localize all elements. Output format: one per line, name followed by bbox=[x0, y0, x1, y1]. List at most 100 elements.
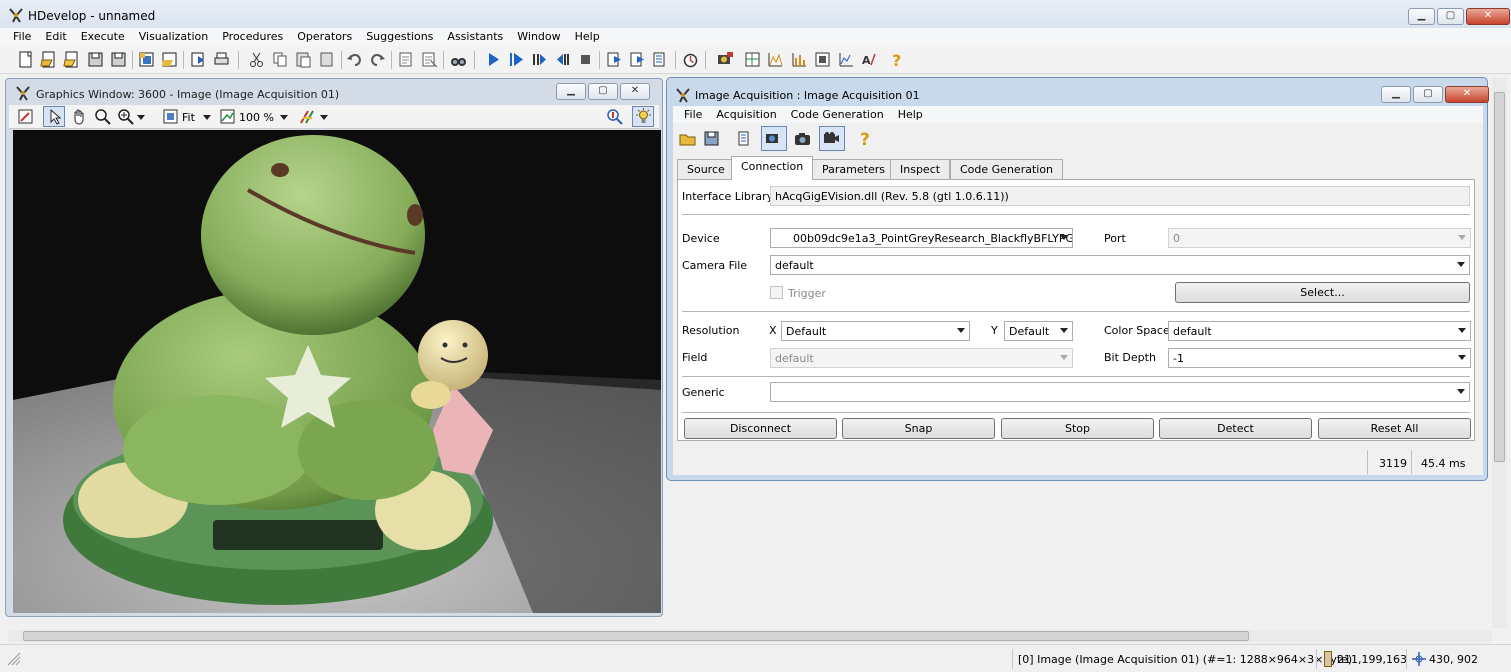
ia-detect-interfaces-icon[interactable] bbox=[735, 130, 752, 147]
ocr-icon[interactable] bbox=[838, 51, 855, 68]
save-all-icon[interactable] bbox=[110, 51, 127, 68]
maximize-button[interactable]: ▢ bbox=[1437, 8, 1464, 25]
image-info-icon[interactable] bbox=[606, 108, 623, 125]
comment-icon[interactable] bbox=[398, 51, 415, 68]
tab-parameters[interactable]: Parameters bbox=[812, 159, 895, 179]
run-icon[interactable] bbox=[485, 51, 502, 68]
palette-dropdown-chevron-icon[interactable] bbox=[320, 115, 328, 120]
menu-help[interactable]: Help bbox=[568, 28, 607, 46]
stop-icon[interactable] bbox=[577, 51, 594, 68]
insert-procedure-icon[interactable] bbox=[161, 51, 178, 68]
step-over-icon[interactable] bbox=[531, 51, 548, 68]
ia-minimize-button[interactable]: ▁ bbox=[1381, 86, 1411, 103]
bit-depth-select[interactable]: -1 bbox=[1168, 348, 1471, 368]
tab-source[interactable]: Source bbox=[677, 159, 735, 179]
ia-help-icon[interactable]: ? bbox=[857, 129, 874, 148]
zoom-dropdown-chevron-icon[interactable] bbox=[137, 115, 145, 120]
open-icon[interactable] bbox=[40, 51, 57, 68]
generic-select[interactable] bbox=[770, 382, 1470, 402]
step-into-icon[interactable] bbox=[606, 51, 623, 68]
print-icon[interactable] bbox=[213, 51, 230, 68]
reset-all-button[interactable]: Reset All bbox=[1318, 418, 1471, 439]
tab-code-generation[interactable]: Code Generation bbox=[950, 159, 1064, 179]
delete-icon[interactable] bbox=[318, 51, 335, 68]
zoom-percent-chevron-icon[interactable] bbox=[280, 115, 288, 120]
redo-icon[interactable] bbox=[369, 51, 386, 68]
color-space-select[interactable]: default bbox=[1168, 321, 1471, 341]
close-button[interactable]: ✕ bbox=[1466, 8, 1510, 25]
vertical-scrollbar[interactable] bbox=[1492, 78, 1507, 628]
menu-assistants[interactable]: Assistants bbox=[440, 28, 510, 46]
ia-menu-help[interactable]: Help bbox=[891, 106, 930, 123]
camera-file-select[interactable]: default bbox=[770, 255, 1470, 275]
ia-menu-acquisition[interactable]: Acquisition bbox=[709, 106, 783, 123]
profiler-icon[interactable] bbox=[682, 51, 699, 68]
copy-icon[interactable] bbox=[272, 51, 289, 68]
gw-minimize-button[interactable]: ▁ bbox=[556, 83, 586, 100]
tab-connection[interactable]: Connection bbox=[731, 156, 814, 180]
save-icon[interactable] bbox=[87, 51, 104, 68]
gw-restore-button[interactable]: ▢ bbox=[588, 83, 618, 100]
horizontal-scrollbar[interactable] bbox=[8, 630, 1492, 642]
device-select[interactable]: 00b09dc9e1a3_PointGreyResearch_BlackflyB… bbox=[770, 228, 1073, 248]
horizontal-scroll-thumb[interactable] bbox=[23, 631, 1249, 641]
step-out-icon[interactable] bbox=[629, 51, 646, 68]
image-display-canvas[interactable] bbox=[13, 130, 661, 613]
snap-button[interactable]: Snap bbox=[842, 418, 995, 439]
ia-save-icon[interactable] bbox=[703, 130, 720, 147]
magnify-icon[interactable] bbox=[94, 108, 111, 125]
menu-edit[interactable]: Edit bbox=[38, 28, 73, 46]
zoom-percent-icon[interactable] bbox=[219, 108, 236, 125]
print-preview-icon[interactable] bbox=[190, 51, 207, 68]
tab-inspect[interactable]: Inspect bbox=[890, 159, 951, 179]
trigger-checkbox[interactable] bbox=[770, 286, 783, 299]
new-file-icon[interactable] bbox=[17, 51, 34, 68]
port-select[interactable]: 0 bbox=[1168, 228, 1471, 248]
resolution-x-select[interactable]: Default bbox=[781, 321, 970, 341]
menu-procedures[interactable]: Procedures bbox=[215, 28, 290, 46]
fit-window-icon[interactable] bbox=[162, 108, 179, 125]
color-palette-icon[interactable] bbox=[299, 108, 316, 125]
undo-icon[interactable] bbox=[346, 51, 363, 68]
menu-suggestions[interactable]: Suggestions bbox=[359, 28, 440, 46]
uncomment-icon[interactable] bbox=[421, 51, 438, 68]
line-profile-icon[interactable] bbox=[791, 51, 808, 68]
paste-icon[interactable] bbox=[295, 51, 312, 68]
fit-dropdown-chevron-icon[interactable] bbox=[203, 115, 211, 120]
browse-procedure-icon[interactable] bbox=[138, 51, 155, 68]
zoom-in-icon[interactable] bbox=[117, 108, 134, 125]
draw-pen-icon[interactable] bbox=[17, 108, 34, 125]
gw-close-button[interactable]: ✕ bbox=[620, 83, 650, 100]
open-example-icon[interactable] bbox=[63, 51, 80, 68]
region-features-icon[interactable] bbox=[814, 51, 831, 68]
field-select[interactable]: default bbox=[770, 348, 1073, 368]
select-button[interactable]: Select... bbox=[1175, 282, 1470, 303]
disconnect-button[interactable]: Disconnect bbox=[684, 418, 837, 439]
detect-button[interactable]: Detect bbox=[1159, 418, 1312, 439]
ia-close-button[interactable]: ✕ bbox=[1445, 86, 1489, 103]
vertical-scroll-thumb[interactable] bbox=[1494, 92, 1505, 462]
stop-button[interactable]: Stop bbox=[1001, 418, 1154, 439]
menu-window[interactable]: Window bbox=[510, 28, 567, 46]
gray-histogram-icon[interactable] bbox=[767, 51, 784, 68]
reset-program-icon[interactable] bbox=[652, 51, 669, 68]
image-acquisition-icon[interactable] bbox=[717, 51, 734, 68]
cut-icon[interactable] bbox=[248, 51, 265, 68]
snap-camera-icon[interactable] bbox=[794, 130, 811, 147]
pan-hand-icon[interactable] bbox=[71, 108, 88, 125]
minimize-button[interactable]: ▁ bbox=[1408, 8, 1435, 25]
fit-mode-label[interactable]: Fit bbox=[182, 111, 195, 124]
run-to-insert-icon[interactable] bbox=[508, 51, 525, 68]
ocr-text-icon[interactable]: A bbox=[861, 51, 878, 68]
ia-restore-button[interactable]: ▢ bbox=[1413, 86, 1443, 103]
ia-menu-file[interactable]: File bbox=[677, 106, 709, 123]
menu-operators[interactable]: Operators bbox=[290, 28, 359, 46]
menu-visualization[interactable]: Visualization bbox=[132, 28, 215, 46]
ia-menu-code-generation[interactable]: Code Generation bbox=[784, 106, 891, 123]
step-back-icon[interactable] bbox=[554, 51, 571, 68]
zoom-percent-label[interactable]: 100 % bbox=[239, 111, 274, 124]
binoculars-icon[interactable] bbox=[450, 51, 467, 68]
help-icon[interactable]: ? bbox=[889, 51, 906, 68]
resolution-y-select[interactable]: Default bbox=[1004, 321, 1073, 341]
ia-open-icon[interactable] bbox=[679, 130, 696, 147]
